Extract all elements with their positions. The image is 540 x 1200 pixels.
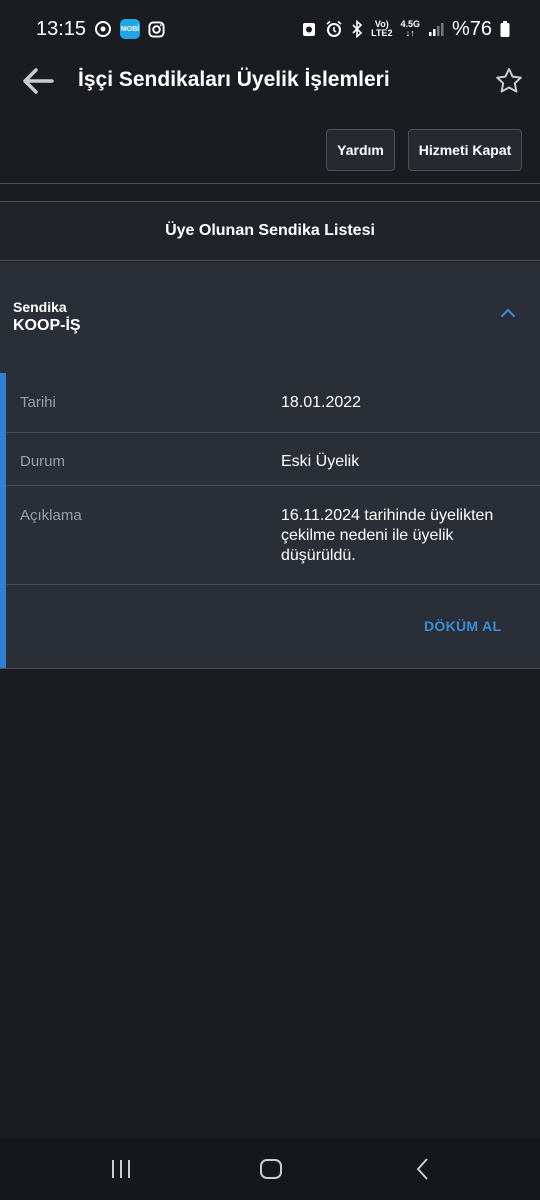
divider <box>0 183 540 184</box>
volte-indicator: Vo) LTE2 <box>371 20 392 38</box>
union-card-header[interactable]: Sendika KOOP-İŞ <box>0 262 540 373</box>
alarm-clock-icon <box>325 20 343 38</box>
notification-icon <box>301 20 317 38</box>
app-bar: İşçi Sendikaları Üyelik İşlemleri <box>0 58 540 104</box>
chevron-left-icon <box>416 1158 428 1180</box>
home-button[interactable] <box>258 1156 284 1182</box>
status-right: Vo) LTE2 4.5G ↓↑ %76 <box>301 18 510 41</box>
print-statement-button[interactable]: DÖKÜM AL <box>424 618 501 634</box>
app-badge-icon: MOBİ <box>120 19 141 39</box>
data-type: 4.5G <box>400 19 420 29</box>
arrow-left-icon <box>23 68 54 94</box>
back-button[interactable] <box>20 66 56 96</box>
row-value: 18.01.2022 <box>281 394 362 411</box>
bluetooth-icon <box>351 20 363 38</box>
row-label: Açıklama <box>20 507 82 524</box>
system-back-button[interactable] <box>410 1156 436 1182</box>
system-nav-bar <box>0 1138 540 1200</box>
signal-icon <box>428 21 444 37</box>
data-saver-icon <box>94 20 112 38</box>
card-label: Sendika <box>13 299 67 315</box>
divider <box>0 668 540 669</box>
status-time: 13:15 <box>36 17 87 40</box>
row-label: Tarihi <box>20 394 56 411</box>
favorite-button[interactable] <box>494 66 524 96</box>
status-left: 13:15 MOBİ <box>36 18 165 41</box>
recent-apps-icon <box>112 1160 130 1178</box>
close-service-button[interactable]: Hizmeti Kapat <box>408 129 522 171</box>
battery-icon <box>500 20 510 38</box>
detail-row-date: Tarihi 18.01.2022 <box>6 373 540 433</box>
detail-row-description: Açıklama 16.11.2024 tarihinde üyelikten … <box>6 486 540 585</box>
data-type-indicator: 4.5G ↓↑ <box>400 19 420 38</box>
chevron-up-icon[interactable] <box>500 306 516 320</box>
network-bottom: LTE2 <box>371 28 393 38</box>
battery-level: %76 <box>451 17 492 40</box>
section-title: Üye Olunan Sendika Listesi <box>0 202 540 260</box>
recent-apps-button[interactable] <box>108 1156 134 1182</box>
page-title: İşçi Sendikaları Üyelik İşlemleri <box>78 68 390 91</box>
home-icon <box>260 1159 282 1179</box>
union-detail-panel: Tarihi 18.01.2022 Durum Eski Üyelik Açık… <box>0 373 540 668</box>
divider <box>0 260 540 261</box>
row-label: Durum <box>20 453 66 470</box>
row-value: Eski Üyelik <box>281 453 360 470</box>
help-button[interactable]: Yardım <box>326 129 395 171</box>
status-bar: 13:15 MOBİ Vo) LTE2 4.5G ↓↑ %76 <box>0 0 540 58</box>
star-outline-icon <box>496 68 522 93</box>
card-value: KOOP-İŞ <box>13 317 81 334</box>
row-value: 16.11.2024 tarihinde üyelikten çekilme n… <box>281 507 494 564</box>
detail-row-status: Durum Eski Üyelik <box>6 433 540 486</box>
instagram-icon <box>148 20 165 38</box>
